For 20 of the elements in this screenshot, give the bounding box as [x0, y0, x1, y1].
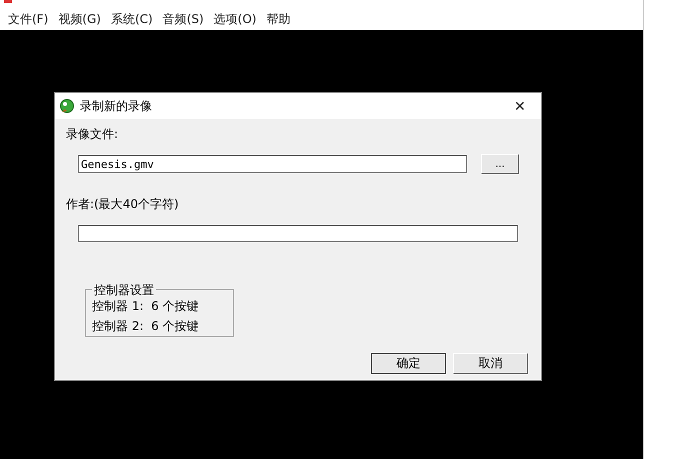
menu-item[interactable]: 视频(G)	[53, 10, 106, 28]
browse-button[interactable]: ...	[481, 154, 519, 174]
group-legend: 控制器设置	[92, 282, 156, 299]
bubble-icon	[59, 98, 75, 114]
menu-item[interactable]: 音频(S)	[158, 10, 209, 28]
close-button[interactable]: ✕	[505, 94, 535, 118]
menu-item[interactable]: 选项(O)	[208, 10, 262, 28]
app-icon	[4, 0, 12, 3]
controller-info: 控制器 2: 6 个按键	[92, 318, 200, 335]
cancel-button[interactable]: 取消	[453, 353, 528, 374]
file-field[interactable]: Genesis.gmv	[78, 155, 467, 173]
menu-item[interactable]: 帮助	[261, 10, 296, 28]
controller-info: 控制器 1: 6 个按键	[92, 298, 200, 315]
ok-button[interactable]: 确定	[371, 353, 446, 374]
file-label: 录像文件:	[66, 126, 120, 143]
author-field[interactable]	[78, 225, 518, 242]
menu-item[interactable]: 文件(F)	[3, 10, 54, 28]
dialog-title: 录制新的录像	[80, 98, 152, 114]
author-label: 作者:(最大40个字符)	[66, 196, 180, 213]
menu-item[interactable]: 系统(C)	[106, 10, 158, 28]
